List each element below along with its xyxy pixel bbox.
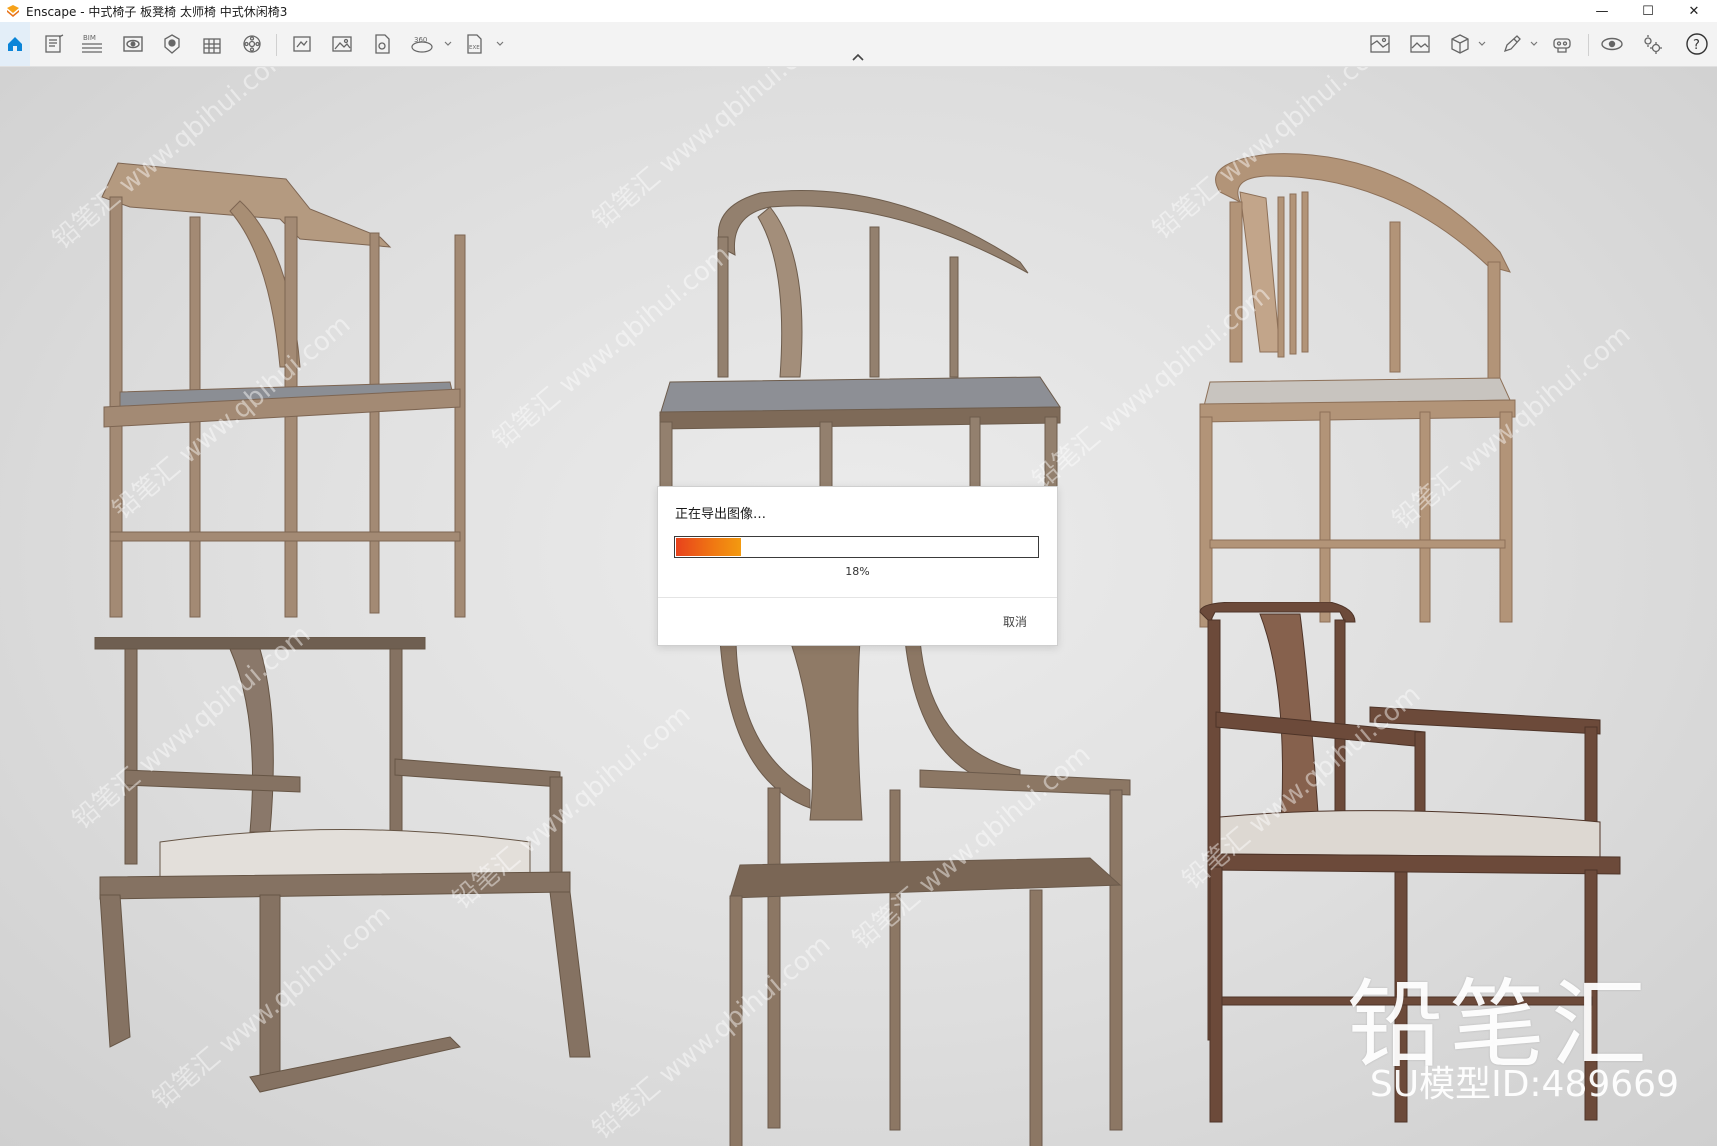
- panorama-button[interactable]: 360: [408, 30, 436, 58]
- frame-icon: [293, 36, 311, 52]
- chair-render-4: [94, 637, 591, 1093]
- export-progress-dialog: 正在导出图像… 18% 取消: [657, 486, 1058, 646]
- progress-percentage: 18%: [845, 565, 870, 578]
- window-controls: — ☐ ✕: [1579, 0, 1717, 22]
- exe-export-icon: EXE: [467, 34, 482, 54]
- progress-bar: [674, 536, 1039, 558]
- cancel-button[interactable]: 取消: [1003, 613, 1027, 630]
- building-button[interactable]: [198, 30, 226, 58]
- enscape-logo-icon: [7, 5, 19, 17]
- collapse-toolbar-chevron-icon[interactable]: [850, 52, 866, 62]
- pen-button[interactable]: [1498, 30, 1526, 58]
- maximize-button[interactable]: ☐: [1625, 0, 1671, 22]
- exe-export-button[interactable]: EXE: [460, 30, 488, 58]
- title-bar: Enscape - 中式椅子 板凳椅 太师椅 中式休闲椅3 — ☐ ✕: [0, 0, 1717, 22]
- building-icon: [203, 38, 221, 54]
- sun-icon: [164, 34, 180, 54]
- cube-icon: [1451, 34, 1469, 54]
- batch-render-icon: [375, 34, 390, 54]
- chevron-down-icon[interactable]: [495, 39, 505, 49]
- photo-icon: [1410, 35, 1430, 53]
- dialog-title: 正在导出图像…: [675, 507, 767, 522]
- cube-button[interactable]: [1446, 30, 1474, 58]
- asset-library-icon: [243, 35, 261, 53]
- panorama-360-icon: 360: [411, 36, 433, 53]
- pen-icon: [1503, 35, 1521, 53]
- toolbar-separator: [1588, 34, 1589, 56]
- vr-icon: [1553, 38, 1571, 53]
- chevron-down-icon[interactable]: [443, 39, 453, 49]
- visual-settings-button[interactable]: [1598, 30, 1626, 58]
- document-icon: [45, 34, 64, 53]
- batch-render-button[interactable]: [368, 30, 396, 58]
- bim-icon: BIM: [82, 34, 102, 53]
- view-settings-icon: [1601, 37, 1623, 51]
- help-button[interactable]: ?: [1683, 30, 1711, 58]
- chair-render-1: [101, 162, 466, 618]
- help-icon: ?: [1686, 33, 1708, 55]
- help-text: ?: [1693, 38, 1700, 53]
- watermark-model-id: SU模型ID:489669: [1369, 1064, 1679, 1105]
- map-button[interactable]: [1366, 30, 1394, 58]
- chevron-down-icon[interactable]: [1529, 39, 1539, 49]
- photo-button[interactable]: [1406, 30, 1434, 58]
- settings-button[interactable]: [1638, 30, 1666, 58]
- minimize-button[interactable]: —: [1579, 0, 1625, 22]
- close-button[interactable]: ✕: [1671, 0, 1717, 22]
- chair-render-3: [1199, 153, 1516, 628]
- screenshot-button[interactable]: [328, 30, 356, 58]
- settings-icon: [1644, 35, 1662, 54]
- home-icon: [8, 37, 22, 51]
- home-button[interactable]: [0, 22, 30, 66]
- chevron-down-icon[interactable]: [1477, 39, 1487, 49]
- toolbar-separator: [276, 34, 277, 56]
- chair-render-5: [719, 640, 1131, 1146]
- dialog-divider: [658, 597, 1057, 598]
- map-icon: [1370, 35, 1390, 53]
- view-mode-button[interactable]: [119, 30, 147, 58]
- image-icon: [332, 36, 352, 52]
- bim-button[interactable]: BIM: [78, 30, 106, 58]
- window-title: Enscape - 中式椅子 板凳椅 太师椅 中式休闲椅3: [26, 4, 288, 19]
- exe-text: EXE: [469, 45, 480, 51]
- asset-library-button[interactable]: [238, 30, 266, 58]
- progress-fill: [676, 538, 741, 556]
- eye-icon: [123, 36, 143, 52]
- document-button[interactable]: [40, 30, 68, 58]
- vr-button[interactable]: [1548, 30, 1576, 58]
- safe-frame-button[interactable]: [288, 30, 316, 58]
- bim-text: BIM: [83, 34, 96, 42]
- atmosphere-button[interactable]: [158, 30, 186, 58]
